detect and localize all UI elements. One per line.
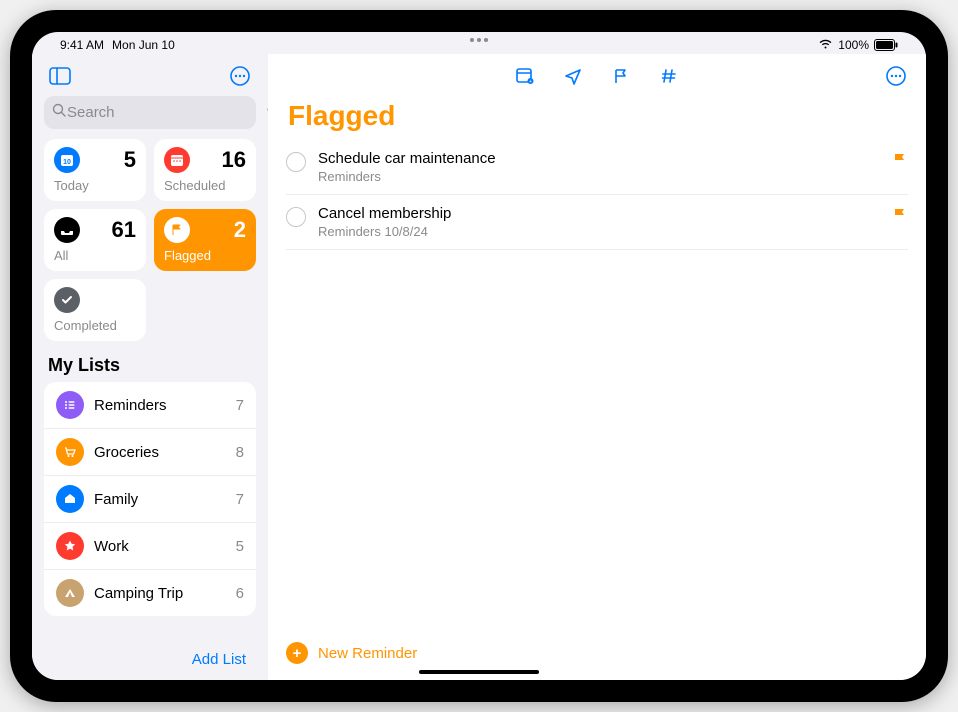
tray-icon (54, 217, 80, 243)
search-input[interactable] (67, 104, 266, 121)
flag-fill-icon (892, 207, 908, 228)
list-count: 7 (236, 397, 244, 414)
search-field[interactable] (44, 96, 256, 129)
smart-today[interactable]: 10 5 Today (44, 139, 146, 201)
scheduled-count: 16 (222, 147, 246, 173)
my-lists-title: My Lists (40, 341, 260, 382)
all-count: 61 (112, 217, 136, 243)
list-name: Groceries (94, 444, 226, 461)
reminder-title: Schedule car maintenance (318, 150, 880, 167)
svg-text:+: + (529, 79, 532, 85)
calendar-icon (164, 147, 190, 173)
smart-scheduled[interactable]: 16 Scheduled (154, 139, 256, 201)
list-count: 7 (236, 491, 244, 508)
main-more-icon[interactable] (884, 64, 908, 88)
reminder-subtitle: Reminders 10/8/24 (318, 224, 880, 239)
add-list-button[interactable]: Add List (40, 639, 260, 680)
sidebar: 10 5 Today 16 Scheduled (32, 54, 268, 680)
calendar-badge-icon[interactable]: + (513, 64, 537, 88)
smart-flagged[interactable]: 2 Flagged (154, 209, 256, 271)
multitask-dots[interactable] (470, 38, 488, 42)
reminder-row[interactable]: Cancel membership Reminders 10/8/24 (286, 195, 908, 250)
checkmark-icon (54, 287, 80, 313)
list-reminders[interactable]: Reminders 7 (44, 382, 256, 429)
list-name: Work (94, 538, 226, 555)
status-bar: 9:41 AM Mon Jun 10 100% (32, 32, 926, 54)
battery-pct: 100% (838, 38, 869, 52)
hashtag-icon[interactable] (657, 64, 681, 88)
smart-completed[interactable]: Completed (44, 279, 146, 341)
sidebar-more-icon[interactable] (226, 62, 254, 90)
list-name: Reminders (94, 397, 226, 414)
lists-container: Reminders 7 Groceries 8 Family 7 (40, 382, 260, 616)
status-time: 9:41 AM (60, 38, 104, 52)
list-count: 5 (236, 538, 244, 555)
calendar-today-icon: 10 (54, 147, 80, 173)
list-name: Family (94, 491, 226, 508)
list-family[interactable]: Family 7 (44, 476, 256, 523)
new-reminder-label: New Reminder (318, 645, 417, 662)
new-reminder-button[interactable]: + New Reminder (286, 630, 908, 676)
battery-icon (874, 39, 898, 51)
flagged-label: Flagged (164, 248, 246, 263)
list-work[interactable]: Work 5 (44, 523, 256, 570)
star-icon (56, 532, 84, 560)
sidebar-toggle-icon[interactable] (46, 62, 74, 90)
complete-circle[interactable] (286, 152, 306, 172)
house-icon (56, 485, 84, 513)
list-groceries[interactable]: Groceries 8 (44, 429, 256, 476)
cart-icon (56, 438, 84, 466)
today-count: 5 (124, 147, 136, 173)
reminders-list: Schedule car maintenance Reminders Cance… (286, 140, 908, 250)
list-count: 8 (236, 444, 244, 461)
page-title: Flagged (286, 92, 908, 140)
complete-circle[interactable] (286, 207, 306, 227)
location-icon[interactable] (561, 64, 585, 88)
reminder-title: Cancel membership (318, 205, 880, 222)
flag-fill-icon (892, 152, 908, 173)
wifi-icon (818, 38, 833, 52)
list-count: 6 (236, 585, 244, 602)
list-camping[interactable]: Camping Trip 6 (44, 570, 256, 616)
plus-circle-icon: + (286, 642, 308, 664)
home-indicator[interactable] (419, 670, 539, 674)
tent-icon (56, 579, 84, 607)
flagged-count: 2 (234, 217, 246, 243)
list-name: Camping Trip (94, 585, 226, 602)
search-icon (52, 103, 67, 123)
all-label: All (54, 248, 136, 263)
status-date: Mon Jun 10 (112, 38, 175, 52)
smart-all[interactable]: 61 All (44, 209, 146, 271)
flag-icon (164, 217, 190, 243)
svg-text:10: 10 (63, 159, 71, 166)
today-label: Today (54, 178, 136, 193)
flag-outline-icon[interactable] (609, 64, 633, 88)
completed-label: Completed (54, 318, 136, 333)
reminder-subtitle: Reminders (318, 169, 880, 184)
list-bullet-icon (56, 391, 84, 419)
scheduled-label: Scheduled (164, 178, 246, 193)
main-panel: + Flagged Schedule car maintenance Remin… (268, 54, 926, 680)
reminder-row[interactable]: Schedule car maintenance Reminders (286, 140, 908, 195)
